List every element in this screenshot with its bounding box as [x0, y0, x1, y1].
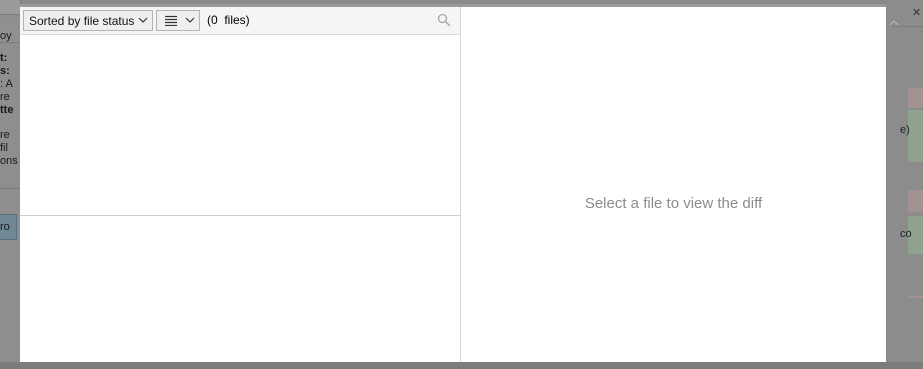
- view-mode-dropdown[interactable]: [156, 10, 200, 31]
- search-icon[interactable]: [437, 13, 451, 27]
- background-highlight: [908, 296, 923, 298]
- background-strip: [0, 0, 20, 15]
- sort-dropdown[interactable]: Sorted by file status: [23, 10, 153, 31]
- diff-placeholder: Select a file to view the diff: [584, 195, 763, 212]
- background-text: oy: [0, 30, 12, 42]
- diff-view-pane: Select a file to view the diff: [461, 7, 886, 362]
- scroll-up-icon[interactable]: [886, 17, 902, 29]
- background-button: ro: [0, 214, 17, 240]
- background-text: ons: [0, 155, 18, 167]
- chevron-down-icon: [185, 17, 195, 23]
- background-divider: [0, 188, 20, 189]
- background-highlight: [908, 190, 923, 212]
- background-text: : A: [0, 78, 13, 90]
- list-lines-icon: [165, 15, 177, 26]
- background-text: t:: [0, 52, 8, 64]
- background-text: e): [900, 124, 910, 136]
- background-highlight: [908, 110, 923, 162]
- background-text: re: [0, 91, 10, 103]
- background-text: s:: [0, 65, 10, 77]
- background-right-panel: ✕ e) co: [886, 0, 923, 369]
- lower-pane: [20, 216, 460, 361]
- background-text: tte: [0, 104, 14, 116]
- background-text: re: [0, 129, 10, 141]
- background-bottom-bar: [0, 362, 923, 369]
- file-list-toolbar: Sorted by file status (0 files): [20, 7, 460, 35]
- chevron-down-icon: [138, 17, 148, 23]
- diff-dialog: Sorted by file status (0 files) Select a…: [20, 4, 899, 362]
- file-count: (0 files): [207, 13, 250, 27]
- background-highlight: [908, 88, 923, 108]
- background-close-icon: ✕: [912, 7, 922, 19]
- file-list-pane: Sorted by file status (0 files): [20, 7, 461, 362]
- background-left-panel: oy t: s: : A re tte re fil ons ro: [0, 0, 21, 369]
- background-text: fil: [0, 142, 8, 154]
- sort-dropdown-label: Sorted by file status: [29, 13, 135, 28]
- background-text: co: [900, 228, 912, 240]
- file-list[interactable]: [20, 35, 460, 215]
